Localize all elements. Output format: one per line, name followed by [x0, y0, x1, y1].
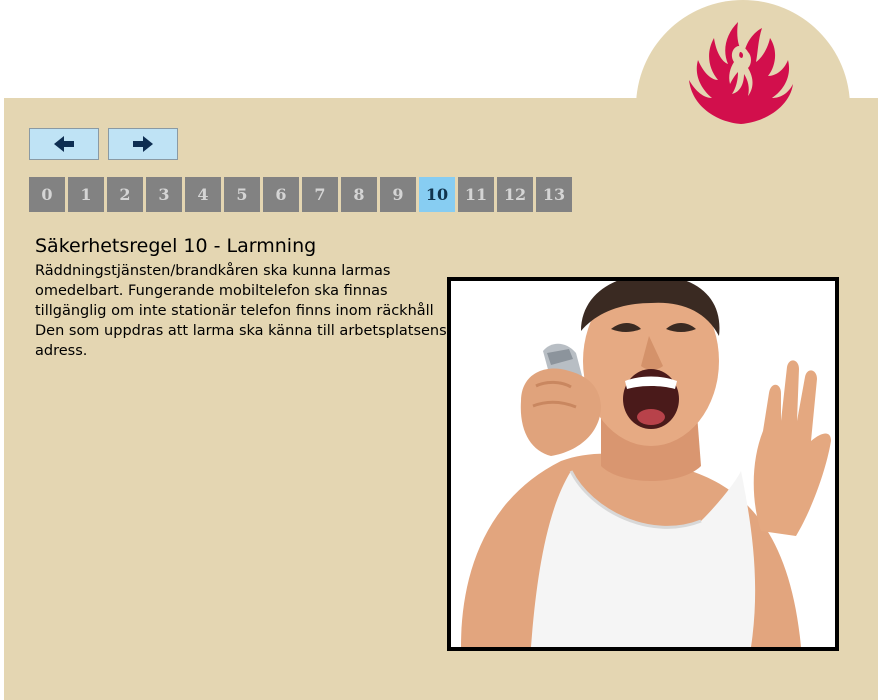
- page-button-7[interactable]: 7: [302, 177, 338, 212]
- page-button-4[interactable]: 4: [185, 177, 221, 212]
- page-button-11[interactable]: 11: [458, 177, 494, 212]
- page-button-12[interactable]: 12: [497, 177, 533, 212]
- page-button-1[interactable]: 1: [68, 177, 104, 212]
- rule-text-line: tillgänglig om inte stationär telefon fi…: [35, 303, 434, 319]
- page-selector: 0 1 2 3 4 5 6 7 8 9 10 11 12 13: [29, 177, 572, 212]
- page-button-3[interactable]: 3: [146, 177, 182, 212]
- phoenix-flame-icon: [689, 22, 793, 124]
- page-button-10-active[interactable]: 10: [419, 177, 455, 212]
- page-button-2[interactable]: 2: [107, 177, 143, 212]
- rule-text-line: Den som uppdras att larma ska känna till…: [35, 323, 447, 339]
- page-button-5[interactable]: 5: [224, 177, 260, 212]
- page-button-8[interactable]: 8: [341, 177, 377, 212]
- rule-title: Säkerhetsregel 10 - Larmning: [35, 235, 317, 257]
- arrow-left-icon: [54, 136, 74, 152]
- page-button-0[interactable]: 0: [29, 177, 65, 212]
- next-button[interactable]: [108, 128, 178, 160]
- page-button-9[interactable]: 9: [380, 177, 416, 212]
- arrow-right-icon: [133, 136, 153, 152]
- page-button-6[interactable]: 6: [263, 177, 299, 212]
- man-shouting-into-phone-image: [447, 277, 839, 651]
- previous-button[interactable]: [29, 128, 99, 160]
- page-button-13[interactable]: 13: [536, 177, 572, 212]
- rule-text-line: omedelbart. Fungerande mobiltelefon ska …: [35, 283, 388, 299]
- rule-description: Räddningstjänsten/brandkåren ska kunna l…: [35, 261, 447, 361]
- rule-text-line: Räddningstjänsten/brandkåren ska kunna l…: [35, 263, 391, 279]
- rule-text-line: adress.: [35, 343, 88, 359]
